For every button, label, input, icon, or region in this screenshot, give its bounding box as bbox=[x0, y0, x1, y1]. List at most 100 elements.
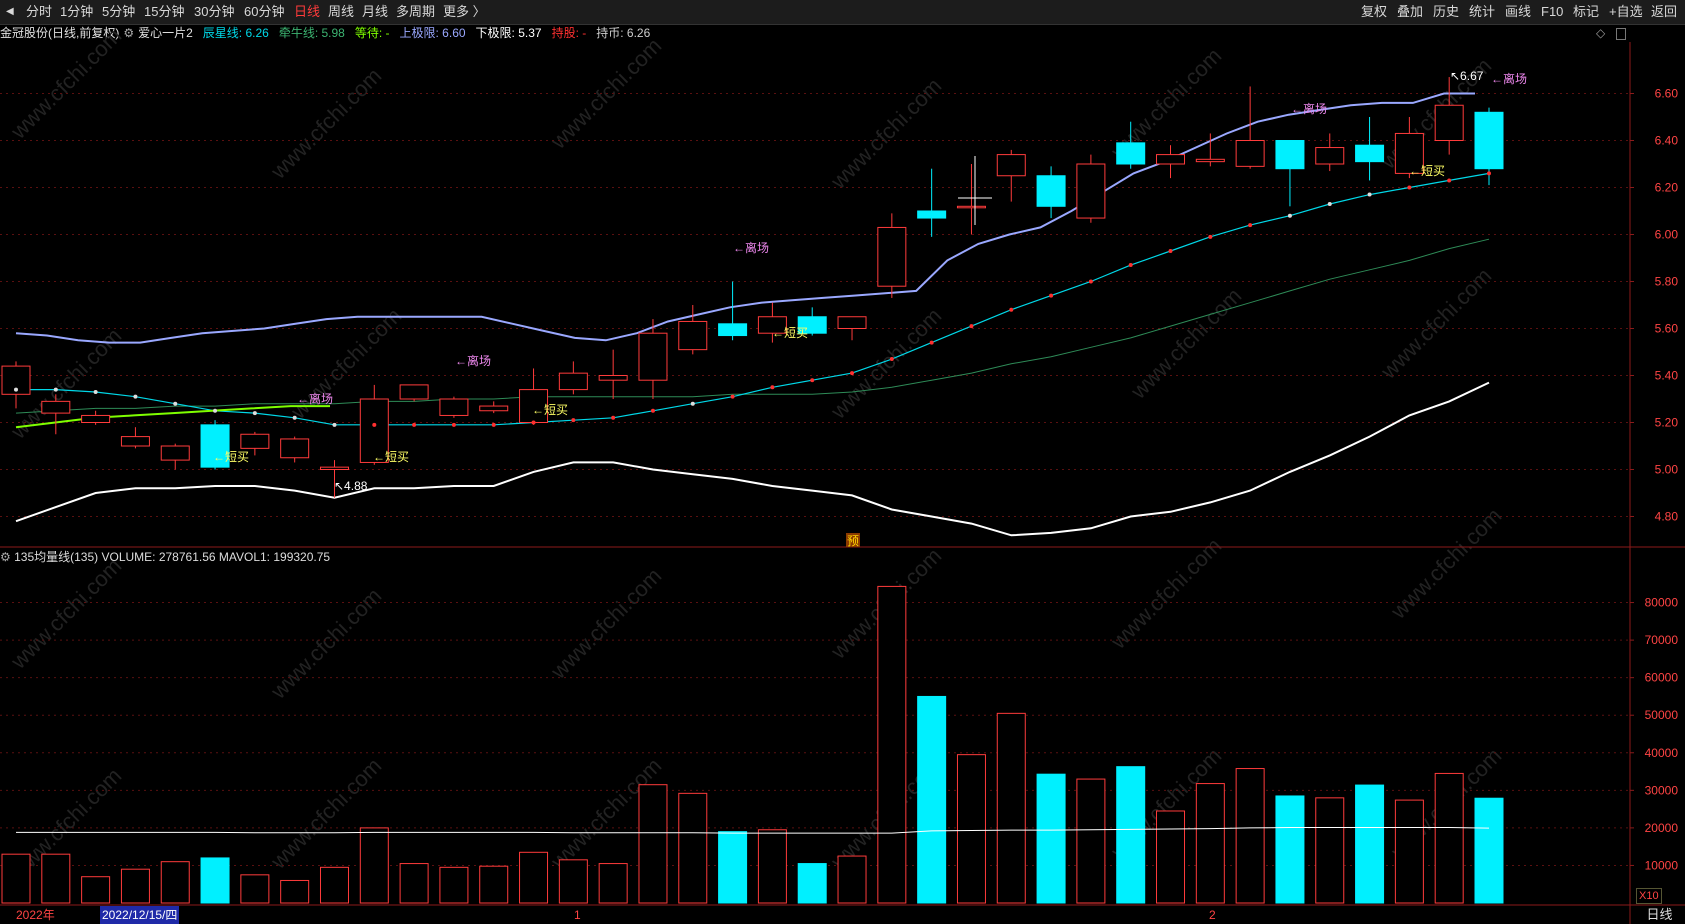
signal-dot bbox=[1168, 248, 1173, 253]
signal-dot bbox=[770, 385, 775, 390]
volume-tick-label: 60000 bbox=[1645, 671, 1679, 685]
watermark: www.cfchi.com bbox=[1385, 503, 1506, 624]
volume-bar bbox=[598, 863, 628, 904]
buy-label: ←短买 bbox=[772, 326, 808, 340]
forecast-label: 预 bbox=[847, 534, 859, 548]
candle-body bbox=[917, 210, 947, 219]
price-tick-label: 6.20 bbox=[1655, 181, 1679, 195]
signal-dot bbox=[252, 411, 257, 416]
candle-body bbox=[996, 154, 1026, 177]
candle-body bbox=[718, 323, 748, 337]
signal-dot bbox=[1049, 293, 1054, 298]
watermark: www.cfchi.com bbox=[5, 23, 126, 144]
volume-tick-label: 10000 bbox=[1645, 858, 1679, 872]
volume-unit-label: X10 bbox=[1636, 888, 1662, 904]
volume-bar bbox=[1076, 778, 1106, 904]
chart-canvas[interactable]: www.cfchi.com www.cfchi.com www.cfchi.com w… bbox=[0, 0, 1685, 924]
volume-bar bbox=[240, 874, 270, 904]
signal-dot bbox=[491, 422, 496, 427]
volume-bar bbox=[81, 876, 111, 904]
signal-dot bbox=[571, 418, 576, 423]
price-tick-label: 6.40 bbox=[1655, 134, 1679, 148]
price-axis: 6.60 6.40 6.20 6.00 5.80 5.60 5.40 5.20 5.00 4.80 bbox=[1630, 87, 1678, 524]
volume-bar bbox=[1315, 797, 1345, 904]
candle-body bbox=[1076, 163, 1106, 219]
signal-dot bbox=[53, 387, 58, 392]
buy-label: ←短买 bbox=[373, 450, 409, 464]
candle-body bbox=[1235, 140, 1265, 167]
signal-dot bbox=[531, 420, 536, 425]
volume-tick-label: 40000 bbox=[1645, 746, 1679, 760]
volume-bar bbox=[638, 784, 668, 904]
date-label-feb: 2 bbox=[1209, 908, 1216, 922]
diamond-icon[interactable]: ◇ bbox=[1596, 26, 1605, 40]
date-label-year: 2022年 bbox=[16, 908, 55, 922]
candle-body bbox=[479, 405, 509, 412]
volume-bar bbox=[1116, 766, 1146, 904]
price-tick-label: 4.80 bbox=[1655, 510, 1679, 524]
settings-icon[interactable]: ⚙ bbox=[0, 550, 11, 564]
signal-dot bbox=[173, 401, 178, 406]
volume-bar bbox=[1195, 783, 1225, 904]
period-label[interactable]: 日线 bbox=[1634, 906, 1685, 924]
signal-dot bbox=[133, 394, 138, 399]
signal-dot bbox=[850, 371, 855, 376]
volume-bar bbox=[1, 853, 31, 904]
signal-dot bbox=[332, 422, 337, 427]
volume-tick-label: 50000 bbox=[1645, 708, 1679, 722]
signal-dot bbox=[1407, 185, 1412, 190]
volume-bar bbox=[678, 792, 708, 904]
mavol-line bbox=[16, 827, 1490, 834]
signal-dot bbox=[213, 408, 218, 413]
signal-dot bbox=[292, 415, 297, 420]
volume-bar bbox=[1275, 795, 1305, 904]
price-tick-label: 5.20 bbox=[1655, 416, 1679, 430]
buy-label: ←短买 bbox=[213, 450, 249, 464]
price-tick-label: 5.80 bbox=[1655, 275, 1679, 289]
volume-bar bbox=[956, 754, 986, 904]
leave-label: ←离场 bbox=[455, 353, 491, 368]
volume-bar bbox=[1235, 768, 1265, 904]
signal-dot bbox=[451, 422, 456, 427]
volume-bar bbox=[877, 585, 907, 904]
ox-line bbox=[15, 238, 1490, 414]
scroll-toggle[interactable] bbox=[1616, 28, 1626, 40]
volume-bar bbox=[996, 712, 1026, 904]
volume-bar bbox=[519, 851, 549, 904]
upper-limit-line bbox=[15, 92, 1475, 344]
volume-tick-label: 70000 bbox=[1645, 633, 1679, 647]
candle-body bbox=[280, 438, 310, 459]
volume-tick-label: 80000 bbox=[1645, 596, 1679, 610]
signal-dot bbox=[1327, 201, 1332, 206]
candlestick-series bbox=[1, 77, 1504, 498]
volume-bar bbox=[200, 857, 230, 904]
price-tick-label: 5.00 bbox=[1655, 463, 1679, 477]
volume-bar bbox=[558, 859, 588, 904]
watermark: www.cfchi.com bbox=[545, 563, 666, 684]
volume-bar bbox=[1036, 773, 1066, 904]
price-tick-label: 5.60 bbox=[1655, 322, 1679, 336]
watermark: www.cfchi.com bbox=[265, 583, 386, 704]
volume-bar bbox=[1474, 797, 1504, 904]
grid-lines bbox=[0, 93, 1630, 866]
date-label-jan: 1 bbox=[574, 908, 581, 922]
volume-title-text: 135均量线(135) VOLUME: 278761.56 MAVOL1: 19… bbox=[14, 550, 331, 564]
volume-bar bbox=[917, 695, 947, 904]
date-axis: 2022年 2022/12/15/四 1 2 bbox=[0, 906, 1630, 924]
candle-body bbox=[319, 466, 349, 470]
volume-tick-label: 20000 bbox=[1645, 821, 1679, 835]
volume-bar bbox=[120, 868, 150, 904]
signal-dot bbox=[1009, 307, 1014, 312]
candle-body bbox=[120, 436, 150, 447]
candle-body bbox=[598, 375, 628, 381]
candle-body bbox=[1474, 111, 1504, 170]
volume-bar bbox=[718, 831, 748, 904]
watermark: www.cfchi.com bbox=[265, 63, 386, 184]
candle-body bbox=[558, 372, 588, 391]
signal-dot bbox=[1487, 171, 1491, 176]
signal-dot bbox=[1447, 178, 1452, 183]
signal-dot bbox=[1128, 263, 1133, 268]
volume-bar bbox=[399, 863, 429, 904]
watermark: www.cfchi.com bbox=[5, 553, 126, 674]
volume-title: ⚙ 135均量线(135) VOLUME: 278761.56 MAVOL1: … bbox=[0, 548, 330, 566]
